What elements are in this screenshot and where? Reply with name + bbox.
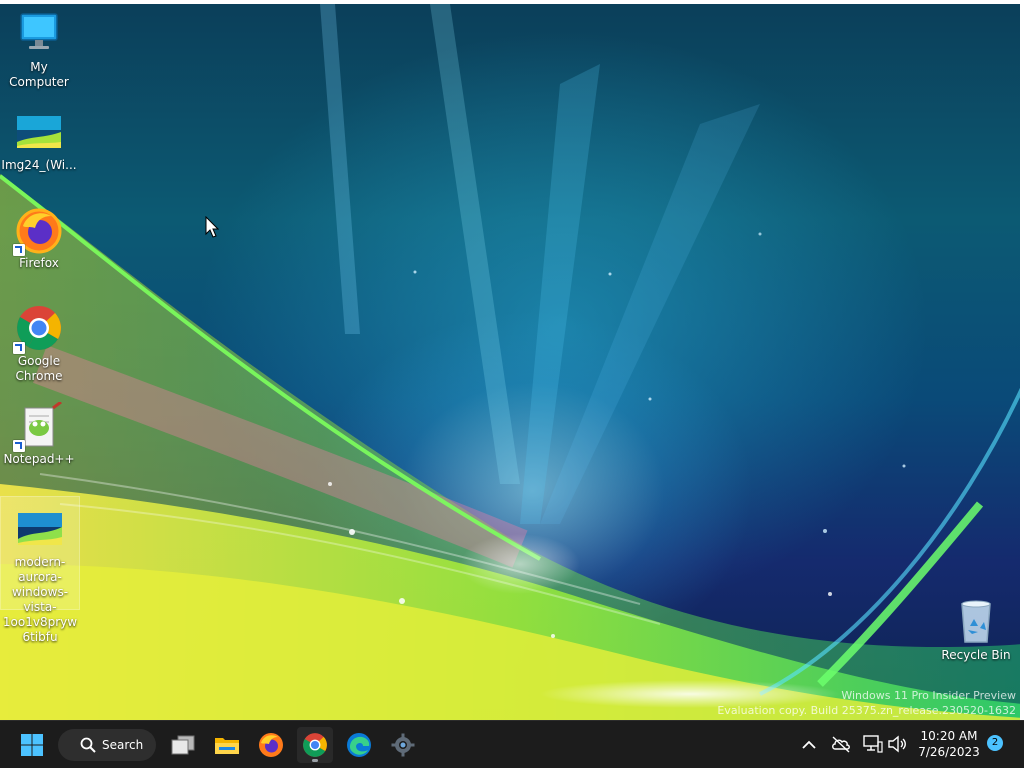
desktop-icon-label: Firefox: [19, 256, 59, 270]
firefox-icon: [259, 733, 283, 757]
taskbar-app-file-explorer[interactable]: [209, 727, 245, 763]
show-hidden-icons-button[interactable]: [800, 733, 818, 757]
firefox-icon: [13, 206, 63, 256]
desktop[interactable]: My Computer Img24_(Wi... Firefox Google …: [0, 4, 1024, 720]
desktop-icon-recycle-bin[interactable]: Recycle Bin: [938, 598, 1014, 663]
notification-count-badge[interactable]: 2: [987, 735, 1003, 751]
tray-volume[interactable]: [886, 733, 908, 755]
watermark-line-1: Windows 11 Pro Insider Preview: [841, 689, 1016, 702]
desktop-icon-modern-aurora[interactable]: modern-aurora-windows-vista-1oo1v8pryw6t…: [0, 496, 80, 644]
search-label: Search: [102, 738, 144, 752]
tray-network[interactable]: [862, 733, 884, 755]
cloud-offline-icon: [832, 736, 850, 753]
image-file-icon: [15, 108, 63, 156]
taskbar-app-google-chrome[interactable]: [297, 727, 333, 763]
desktop-icon-img24[interactable]: Img24_(Wi...: [0, 108, 78, 173]
windows-start-icon: [21, 734, 43, 756]
taskbar-app-settings[interactable]: [385, 727, 421, 763]
screen-right-border: [1020, 0, 1024, 720]
taskbar: Search 10:20 AM 7/26/2023: [0, 720, 1024, 768]
taskbar-app-microsoft-edge[interactable]: [341, 727, 377, 763]
recycle-bin-icon: [952, 598, 1000, 646]
taskbar-search-button[interactable]: Search: [58, 729, 156, 761]
start-button[interactable]: [14, 727, 50, 763]
desktop-icon-google-chrome[interactable]: Google Chrome: [0, 304, 78, 384]
desktop-icon-label: Google Chrome: [15, 354, 63, 383]
shortcut-arrow-icon: [13, 342, 25, 354]
mouse-cursor-icon: [205, 216, 219, 238]
watermark-line-2: Evaluation copy. Build 25375.zn_release.…: [717, 704, 1016, 717]
shortcut-arrow-icon: [13, 244, 25, 256]
screen-top-border: [0, 0, 1024, 4]
desktop-icon-label: Notepad++: [3, 452, 75, 466]
tray-cloud-offline[interactable]: [830, 733, 852, 755]
desktop-icon-my-computer[interactable]: My Computer: [0, 10, 78, 90]
taskbar-app-task-view[interactable]: [165, 727, 201, 763]
monitor-icon: [15, 10, 63, 58]
edge-icon: [347, 733, 371, 757]
file-explorer-icon: [215, 738, 239, 754]
settings-gear-icon: [391, 733, 415, 757]
desktop-icon-label: My Computer: [9, 60, 69, 89]
active-indicator: [312, 759, 318, 762]
chrome-icon: [13, 304, 63, 354]
image-file-icon: [16, 505, 64, 553]
clock-date: 7/26/2023: [918, 745, 980, 759]
search-icon: [80, 737, 96, 753]
desktop-icon-label: Img24_(Wi...: [1, 158, 77, 172]
taskbar-app-firefox[interactable]: [253, 727, 289, 763]
shortcut-arrow-icon: [13, 440, 25, 452]
wallpaper-aurora: [0, 4, 1024, 720]
clock-time: 10:20 AM: [920, 729, 978, 743]
chrome-icon: [303, 733, 327, 757]
windows-watermark: Windows 11 Pro Insider Preview Evaluatio…: [717, 688, 1016, 718]
chevron-up-icon: [802, 740, 816, 749]
taskbar-clock[interactable]: 10:20 AM 7/26/2023: [912, 728, 986, 760]
notepad-plus-plus-icon: [13, 400, 63, 452]
desktop-icon-label: modern-aurora-windows-vista-1oo1v8pryw6t…: [2, 555, 78, 644]
volume-icon: [888, 735, 906, 753]
desktop-icon-firefox[interactable]: Firefox: [0, 206, 78, 271]
task-view-icon: [171, 735, 195, 755]
network-icon: [863, 735, 883, 753]
desktop-icon-notepad-plus-plus[interactable]: Notepad++: [0, 400, 78, 467]
recycle-bin-label: Recycle Bin: [941, 648, 1011, 662]
